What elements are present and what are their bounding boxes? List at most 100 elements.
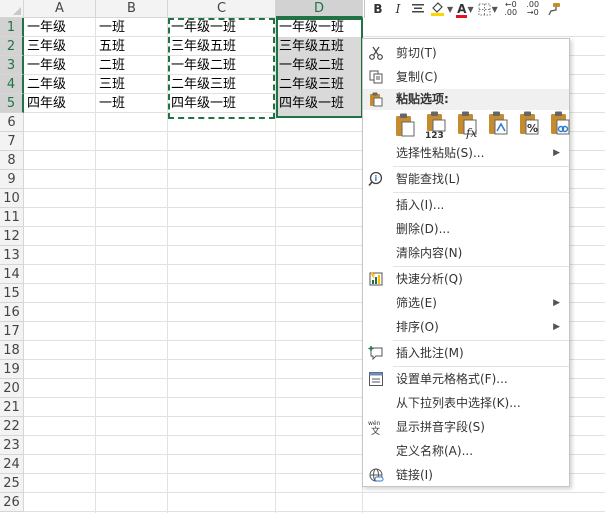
- menu-item-label: 清除内容(N): [396, 246, 463, 260]
- paste-formulas-number-format-icon[interactable]: [486, 111, 510, 139]
- cell[interactable]: 一年级: [24, 56, 96, 75]
- cell[interactable]: 一年级一班: [168, 18, 276, 37]
- menu-item-insert-comment[interactable]: 插入批注(M): [363, 341, 569, 365]
- paste-icon[interactable]: [393, 111, 417, 139]
- cell[interactable]: 三班: [96, 75, 168, 94]
- cell[interactable]: 二年级: [24, 75, 96, 94]
- row-header[interactable]: 21: [0, 398, 24, 417]
- row-header[interactable]: 2: [0, 37, 24, 56]
- clipboard-icon: [368, 91, 384, 107]
- menu-item-filter[interactable]: 筛选(E) ▶: [363, 291, 569, 315]
- link-icon: [368, 467, 384, 483]
- gridline: [24, 511, 605, 512]
- menu-item-insert[interactable]: 插入(I)...: [363, 193, 569, 217]
- cell[interactable]: 一年级: [24, 18, 96, 37]
- bold-button[interactable]: B: [369, 1, 387, 17]
- cell[interactable]: 三年级五班: [168, 37, 276, 56]
- menu-item-pick-from-list[interactable]: 从下拉列表中选择(K)...: [363, 391, 569, 415]
- cell[interactable]: 二年级三班: [276, 75, 363, 94]
- cell[interactable]: 四年级一班: [276, 94, 363, 113]
- cell[interactable]: 三年级五班: [276, 37, 363, 56]
- cell[interactable]: 四年级: [24, 94, 96, 113]
- row-header[interactable]: 1: [0, 18, 24, 37]
- context-menu: 剪切(T) 复制(C) 粘贴选项: 123 fx % 选择性粘贴(S)... ▶…: [362, 38, 570, 487]
- row-header[interactable]: 8: [0, 151, 24, 170]
- borders-icon[interactable]: ▼: [477, 1, 499, 17]
- row-header[interactable]: 3: [0, 56, 24, 75]
- cell[interactable]: 四年级一班: [168, 94, 276, 113]
- font-color-button[interactable]: A ▼: [456, 1, 474, 18]
- paste-option-buttons: 123 fx %: [393, 111, 572, 141]
- row-header[interactable]: 6: [0, 113, 24, 132]
- align-center-icon[interactable]: [409, 1, 427, 17]
- menu-item-cut[interactable]: 剪切(T): [363, 41, 569, 65]
- menu-item-paste-special[interactable]: 选择性粘贴(S)... ▶: [363, 141, 569, 165]
- paste-formulas-icon[interactable]: fx: [455, 111, 479, 140]
- menu-item-format-cells[interactable]: 设置单元格格式(F)...: [363, 367, 569, 391]
- cell[interactable]: 五班: [96, 37, 168, 56]
- row-header[interactable]: 24: [0, 455, 24, 474]
- format-painter-icon[interactable]: [545, 1, 563, 17]
- copy-icon: [368, 69, 384, 85]
- svg-text:wén: wén: [368, 420, 381, 427]
- italic-button[interactable]: I: [389, 1, 407, 17]
- menu-item-copy[interactable]: 复制(C): [363, 65, 569, 89]
- row-header[interactable]: 12: [0, 227, 24, 246]
- menu-item-show-phonetic[interactable]: wén 文 显示拼音字段(S): [363, 415, 569, 439]
- row-header[interactable]: 15: [0, 284, 24, 303]
- column-header-a[interactable]: A: [24, 0, 96, 18]
- column-header-d[interactable]: D: [276, 0, 363, 18]
- paste-values-icon[interactable]: 123: [424, 111, 448, 141]
- quick-analysis-icon: [368, 271, 384, 287]
- paste-link-icon[interactable]: [548, 111, 572, 139]
- menu-item-smart-lookup[interactable]: i 智能查找(L): [363, 167, 569, 191]
- scissors-icon: [368, 45, 384, 61]
- row-header[interactable]: 10: [0, 189, 24, 208]
- menu-item-quick-analysis[interactable]: 快速分析(Q): [363, 267, 569, 291]
- column-header-b[interactable]: B: [96, 0, 168, 18]
- menu-item-delete[interactable]: 删除(D)...: [363, 217, 569, 241]
- cell[interactable]: 二年级三班: [168, 75, 276, 94]
- mini-toolbar: B I ▼ A ▼ ▼ ←0 .00 .00 →0: [364, 0, 605, 18]
- row-header[interactable]: 7: [0, 132, 24, 151]
- increase-decimal-button[interactable]: ←0 .00: [501, 1, 521, 17]
- row-header[interactable]: 19: [0, 360, 24, 379]
- cell[interactable]: 一年级一班: [276, 18, 363, 37]
- row-header[interactable]: 26: [0, 493, 24, 512]
- cell[interactable]: 一年级二班: [168, 56, 276, 75]
- menu-item-label: 智能查找(L): [396, 172, 461, 186]
- submenu-arrow-icon: ▶: [553, 322, 560, 332]
- menu-item-link[interactable]: 链接(I): [363, 463, 569, 487]
- decrease-decimal-button[interactable]: .00 →0: [523, 1, 543, 17]
- cell[interactable]: 三年级: [24, 37, 96, 56]
- cell[interactable]: 一班: [96, 94, 168, 113]
- row-header[interactable]: 23: [0, 436, 24, 455]
- row-header[interactable]: 16: [0, 303, 24, 322]
- paste-percent-icon[interactable]: %: [517, 111, 541, 139]
- row-header[interactable]: 9: [0, 170, 24, 189]
- column-header-c[interactable]: C: [168, 0, 276, 18]
- row-header[interactable]: 5: [0, 94, 24, 113]
- select-all-button[interactable]: [0, 0, 24, 18]
- row-header[interactable]: 13: [0, 246, 24, 265]
- fill-color-icon[interactable]: ▼: [429, 1, 454, 17]
- menu-item-label: 复制(C): [396, 70, 438, 84]
- row-header[interactable]: 14: [0, 265, 24, 284]
- row-header[interactable]: 4: [0, 75, 24, 94]
- row-header[interactable]: 18: [0, 341, 24, 360]
- cell[interactable]: 二班: [96, 56, 168, 75]
- menu-item-label: 剪切(T): [396, 46, 437, 60]
- paste-options-label: 粘贴选项:: [396, 92, 449, 106]
- menu-item-clear-contents[interactable]: 清除内容(N): [363, 241, 569, 265]
- menu-item-sort[interactable]: 排序(O) ▶: [363, 315, 569, 339]
- row-header[interactable]: 11: [0, 208, 24, 227]
- smart-lookup-icon: i: [368, 171, 384, 187]
- row-header[interactable]: 22: [0, 417, 24, 436]
- menu-item-label: 设置单元格格式(F)...: [396, 372, 508, 386]
- row-header[interactable]: 17: [0, 322, 24, 341]
- cell[interactable]: 一班: [96, 18, 168, 37]
- cell[interactable]: 一年级二班: [276, 56, 363, 75]
- row-header[interactable]: 25: [0, 474, 24, 493]
- row-header[interactable]: 20: [0, 379, 24, 398]
- menu-item-define-name[interactable]: 定义名称(A)...: [363, 439, 569, 463]
